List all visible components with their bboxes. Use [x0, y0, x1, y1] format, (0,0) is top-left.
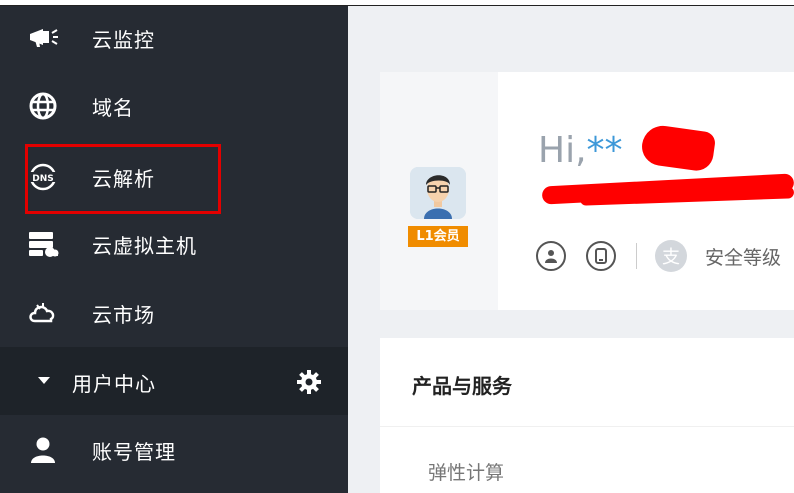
greeting: Hi,**	[538, 130, 623, 171]
sidebar-item-label: 账号管理	[92, 439, 176, 464]
cloud-market-icon	[26, 298, 60, 328]
sidebar-item-label: 域名	[92, 95, 134, 120]
avatar[interactable]	[410, 167, 466, 219]
phone-icon[interactable]	[586, 241, 616, 271]
sidebar-item-label: 云监控	[92, 27, 155, 52]
security-level-label: 安全等级	[705, 246, 782, 269]
user-verify-icon[interactable]	[536, 241, 566, 271]
gear-icon[interactable]	[296, 369, 322, 395]
megaphone-icon	[26, 23, 60, 53]
alipay-icon[interactable]: 支	[655, 240, 687, 272]
profile-card: L1会员 Hi,** 支 安全等级	[380, 72, 794, 310]
sidebar-item-label: 云市场	[92, 302, 155, 327]
greeting-prefix: Hi,	[538, 130, 587, 171]
highlight-annotation	[25, 144, 221, 214]
avatar-column: L1会员	[380, 72, 498, 310]
sidebar-item-cloud-market[interactable]: 云市场	[0, 281, 348, 345]
caret-down-icon	[38, 377, 50, 384]
sidebar-item-domain[interactable]: 域名	[0, 74, 348, 138]
section-label: 用户中心	[72, 372, 156, 396]
member-badge: L1会员	[408, 226, 468, 247]
user-center-section[interactable]: 用户中心	[0, 347, 348, 415]
sidebar-item-cloud-monitor[interactable]: 云监控	[0, 6, 348, 70]
divider	[636, 243, 637, 269]
account-icons-row: 支 安全等级	[536, 236, 781, 276]
redaction-mark	[639, 123, 717, 173]
products-title: 产品与服务	[412, 374, 512, 398]
products-card: 产品与服务 弹性计算	[380, 338, 794, 493]
globe-icon	[26, 91, 60, 121]
sidebar-item-label: 云虚拟主机	[92, 233, 197, 258]
main-content: L1会员 Hi,** 支 安全等级 产品与服务 弹性计算	[348, 6, 794, 493]
product-category[interactable]: 弹性计算	[428, 458, 504, 485]
server-icon	[26, 229, 60, 259]
products-header: 产品与服务	[380, 338, 794, 427]
sidebar-item-virtual-host[interactable]: 云虚拟主机	[0, 212, 348, 276]
masked-username: **	[586, 130, 623, 171]
sidebar: 云监控 域名 DNS 云解析 云虚拟主机 云市场 用户中心 账号管理	[0, 6, 348, 493]
user-icon	[26, 435, 60, 465]
sidebar-item-account-management[interactable]: 账号管理	[0, 418, 348, 482]
